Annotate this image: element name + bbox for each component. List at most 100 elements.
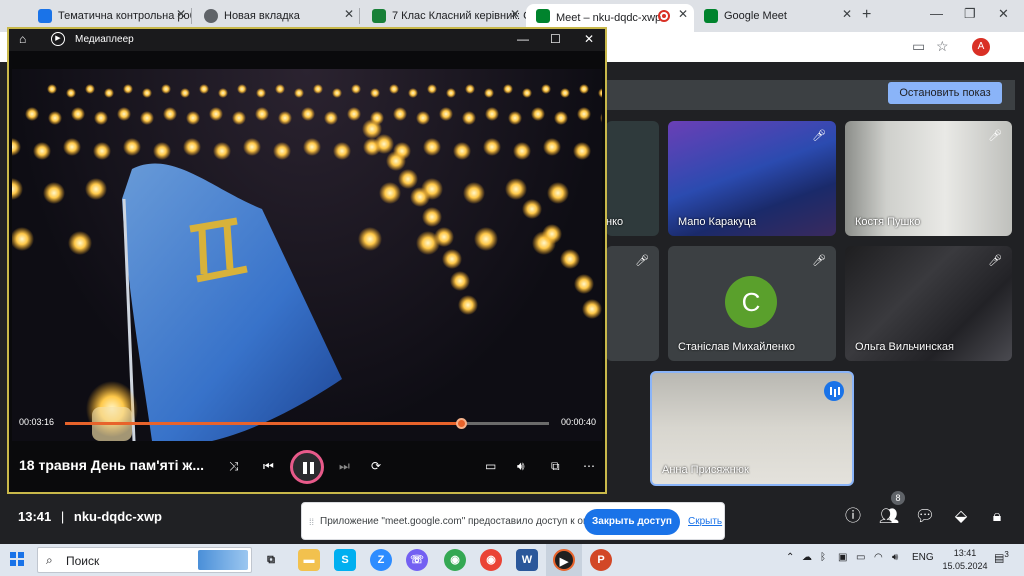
participant-tile-speaking[interactable]: Анна Присяжнюк: [650, 371, 854, 486]
candle-light: [505, 178, 527, 200]
viber-icon[interactable]: ☏: [406, 549, 428, 571]
miniplayer-icon[interactable]: ▭: [485, 459, 496, 473]
minimize-icon[interactable]: —: [930, 6, 943, 21]
close-icon[interactable]: ✕: [510, 7, 520, 21]
participant-name: нко: [606, 216, 624, 228]
windows-start-icon[interactable]: [10, 552, 24, 566]
taskbar-clock[interactable]: 13:41 15.05.2024: [940, 547, 990, 573]
participant-tile-4[interactable]: 🎤︎: [606, 246, 659, 361]
notifications-icon[interactable]: ▤3: [994, 550, 1010, 566]
close-icon[interactable]: ✕: [678, 7, 688, 21]
profile-avatar[interactable]: A: [972, 38, 990, 56]
close-icon[interactable]: ✕: [344, 7, 354, 21]
shuffle-icon[interactable]: ⤨: [229, 459, 239, 474]
snowflake-icon: [38, 9, 52, 23]
candle-light: [463, 182, 485, 204]
taskbar-search[interactable]: ⌕ Поиск: [37, 547, 252, 573]
restore-icon[interactable]: ❐: [964, 6, 976, 22]
wifi-icon[interactable]: ◠: [874, 552, 883, 563]
chrome-icon[interactable]: ◉: [444, 549, 466, 571]
repeat-icon[interactable]: ⟳: [371, 459, 381, 473]
participant-tile-5[interactable]: 🎤︎ С Станіслав Михайленко: [668, 246, 836, 361]
bluetooth-icon[interactable]: ᛒ: [820, 552, 826, 563]
browser-tab-3[interactable]: 7 Клас Класний керівник: С ✕: [362, 4, 526, 28]
people-icon[interactable]: 👥︎: [878, 506, 900, 528]
participant-tile-1[interactable]: нко: [606, 121, 659, 236]
star-icon[interactable]: ☆: [936, 38, 949, 55]
candle-light: [123, 84, 133, 94]
task-view-icon[interactable]: ⧉: [260, 549, 282, 571]
minimize-icon[interactable]: —: [517, 32, 529, 46]
more-options-icon[interactable]: ⋯: [583, 459, 595, 473]
file-explorer-icon[interactable]: ▬: [298, 549, 320, 571]
seek-bar[interactable]: [65, 418, 549, 429]
word-icon[interactable]: W: [516, 549, 538, 571]
skype-icon[interactable]: S: [334, 549, 356, 571]
browser-tab-1[interactable]: Тематична контрольна роб ✕: [28, 4, 192, 28]
player-controls: 18 травня День пам'яті ж... ⤨ ⏮︎ ⏭︎ ⟳ ▭ …: [9, 447, 605, 492]
chrome-icon: [204, 9, 218, 23]
drag-handle-icon[interactable]: ⁞⁞: [309, 517, 314, 527]
close-window-icon[interactable]: ✕: [998, 6, 1009, 22]
close-icon[interactable]: ✕: [842, 7, 852, 21]
media-player-taskbar-icon[interactable]: ▶: [553, 549, 575, 571]
candle-light: [255, 107, 269, 121]
language-indicator[interactable]: ENG: [912, 552, 934, 563]
candle-light: [313, 84, 323, 94]
close-access-button[interactable]: Закрыть доступ: [584, 509, 680, 535]
zoom-icon[interactable]: Z: [370, 549, 392, 571]
maximize-icon[interactable]: ☐: [550, 32, 561, 46]
camera-icon[interactable]: ▭: [912, 38, 925, 55]
candle-light: [33, 142, 51, 160]
candle-light: [543, 138, 561, 156]
track-title: 18 травня День пам'яті ж...: [19, 457, 204, 473]
candle-light: [294, 88, 304, 98]
battery-icon[interactable]: ▭: [856, 552, 865, 563]
chat-icon[interactable]: 💬︎: [914, 506, 936, 528]
clock-date: 15.05.2024: [942, 561, 988, 571]
chrome-profile-icon[interactable]: ◉: [480, 549, 502, 571]
candle-light: [439, 107, 453, 121]
candle-light: [153, 142, 171, 160]
candle-light: [163, 107, 177, 121]
host-controls-icon[interactable]: 🔒︎: [986, 506, 1008, 528]
candle-light: [574, 274, 594, 294]
candle-light: [393, 107, 407, 121]
hide-link[interactable]: Скрыть: [688, 516, 722, 527]
next-icon[interactable]: ⏭︎: [339, 459, 350, 474]
home-icon[interactable]: ⌂: [19, 32, 26, 46]
seek-thumb[interactable]: [455, 418, 467, 429]
info-icon[interactable]: ⓘ: [842, 506, 864, 528]
new-tab-icon[interactable]: +: [862, 6, 871, 24]
tray-chevron-icon[interactable]: ⌃: [786, 552, 794, 563]
pause-button[interactable]: [290, 450, 324, 484]
video-frame[interactable]: [12, 69, 602, 441]
search-highlight-icon: [198, 550, 248, 570]
participant-tile-3[interactable]: 🎤︎ Костя Пушко: [845, 121, 1012, 236]
stop-sharing-button[interactable]: Остановить показ: [888, 82, 1002, 104]
candle-light: [560, 249, 580, 269]
activities-icon[interactable]: ⬙: [950, 506, 972, 528]
candle-light: [275, 84, 285, 94]
powerpoint-icon[interactable]: P: [590, 549, 612, 571]
close-icon[interactable]: ✕: [176, 7, 186, 21]
browser-tab-5[interactable]: Google Meet ✕: [694, 4, 858, 28]
volume-tray-icon[interactable]: 🔊︎: [892, 552, 898, 563]
camera-tray-icon[interactable]: ▣: [838, 552, 847, 563]
candle-light: [579, 84, 589, 94]
participant-tile-6[interactable]: 🎤︎ Ольга Вильчинская: [845, 246, 1012, 361]
meeting-code: nku-dqdc-xwp: [73, 509, 162, 524]
volume-icon[interactable]: 🔊︎: [517, 459, 525, 474]
cloud-icon[interactable]: ☁: [802, 552, 812, 563]
close-icon[interactable]: ✕: [584, 32, 594, 46]
participant-tile-2[interactable]: 🎤︎ Мапо Каракуца: [668, 121, 836, 236]
candle-light: [379, 182, 401, 204]
browser-tab-2[interactable]: Новая вкладка ✕: [194, 4, 360, 28]
crimean-tatar-flag: [122, 163, 342, 441]
candle-light: [273, 142, 291, 160]
notification-count: 3: [1004, 550, 1009, 559]
search-label: Поиск: [66, 554, 100, 568]
previous-icon[interactable]: ⏮︎: [263, 459, 274, 474]
cast-icon[interactable]: ⧉: [551, 459, 560, 474]
candle-light: [213, 142, 231, 160]
